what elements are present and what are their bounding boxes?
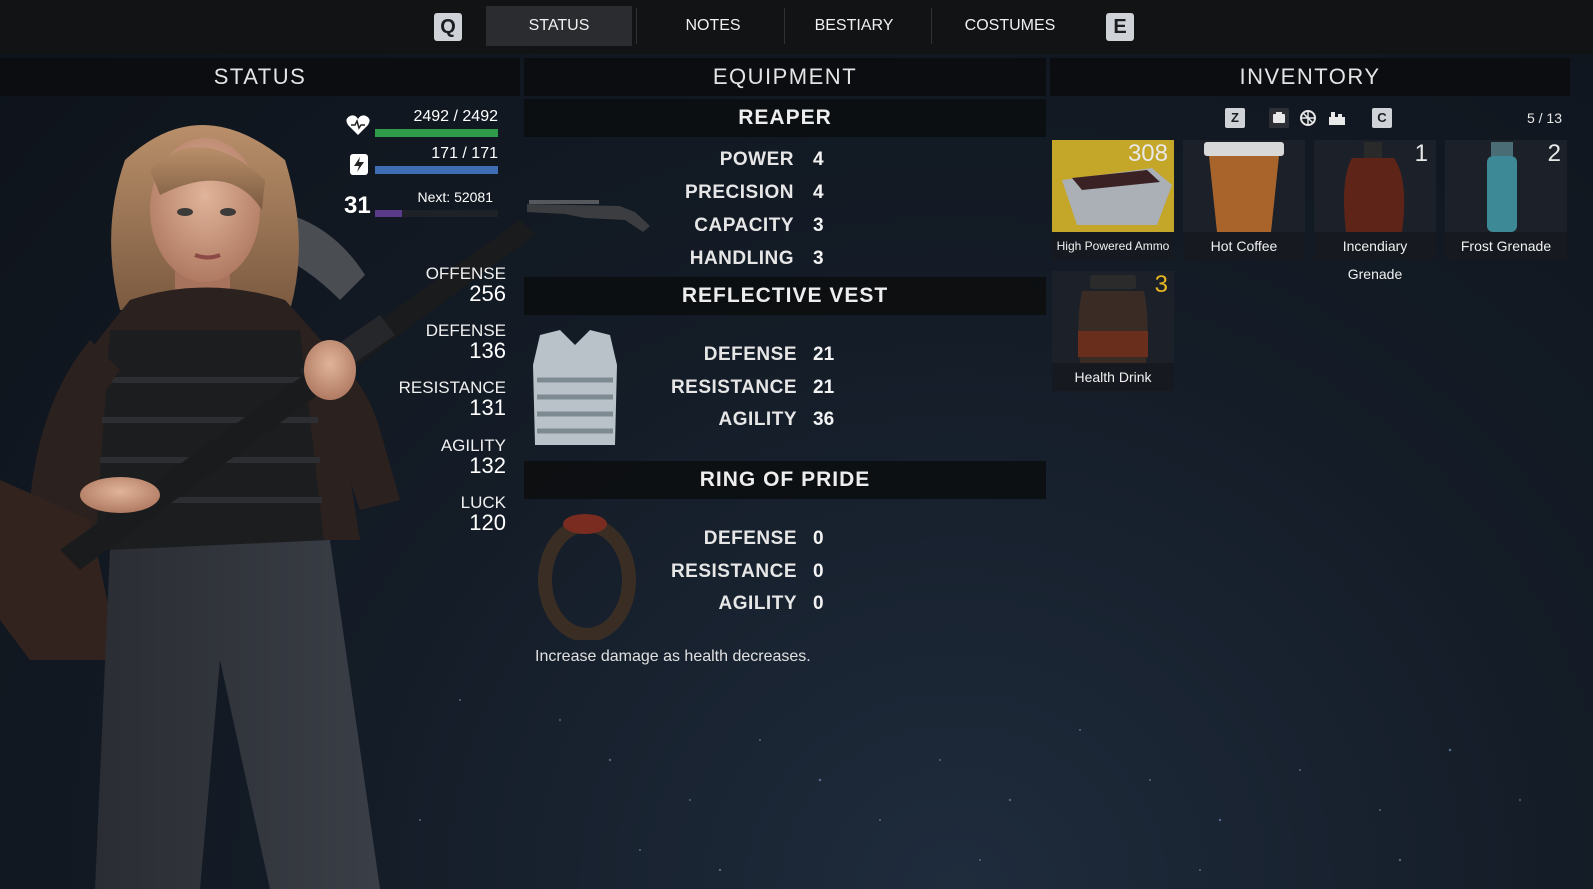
tab-costumes[interactable]: COSTUMES: [932, 6, 1088, 46]
item-name-frost-grenade: Frost Grenade: [1445, 232, 1567, 260]
inventory-slot-high-powered-ammo[interactable]: 308: [1052, 140, 1174, 232]
armor-stat-label-resistance: RESISTANCE: [670, 377, 797, 398]
health-value: 2492 / 2492: [413, 108, 498, 125]
inventory-prev-key-hint[interactable]: Z: [1225, 108, 1245, 128]
item-name-high-powered-ammo: High Powered Ammo: [1052, 232, 1174, 260]
equipment-column-header: EQUIPMENT: [524, 58, 1046, 96]
stamina-bar: [375, 166, 498, 174]
character-portrait: [0, 125, 535, 889]
stat-value-luck: 120: [469, 510, 506, 535]
armor-stat-label-defense: DEFENSE: [703, 344, 797, 365]
tab-divider: [636, 8, 637, 44]
accessory-stat-label-agility: AGILITY: [718, 593, 797, 614]
stamina-value: 171 / 171: [431, 145, 498, 162]
stat-value-defense: 136: [469, 338, 506, 363]
item-name-incendiary-grenade: Incendiary Grenade: [1314, 232, 1436, 282]
item-name-hot-coffee: Hot Coffee: [1183, 232, 1305, 260]
armor-stat-value-defense: 21: [813, 344, 835, 365]
health-icon: [346, 114, 370, 136]
xp-bar-fill: [375, 210, 403, 217]
accessory-description: Increase damage as health decreases.: [535, 648, 811, 665]
inventory-column-header: INVENTORY: [1050, 58, 1570, 96]
item-quantity: 1: [1414, 140, 1428, 167]
armor-stat-label-agility: AGILITY: [718, 409, 797, 430]
weapon-stat-label-handling: HANDLING: [689, 248, 794, 269]
tab-divider: [784, 8, 785, 44]
inventory-next-key-hint[interactable]: C: [1372, 108, 1392, 128]
weapon-stat-label-power: POWER: [719, 149, 794, 170]
tab-bestiary[interactable]: BESTIARY: [786, 6, 922, 46]
next-tab-key-hint[interactable]: E: [1106, 13, 1134, 41]
inventory-slot-health-drink[interactable]: 3: [1052, 271, 1174, 363]
accessory-stat-value-resistance: 0: [813, 561, 824, 582]
armor-stat-value-agility: 36: [813, 409, 835, 430]
inventory-category-key-items-icon[interactable]: [1327, 108, 1347, 128]
stat-value-offense: 256: [469, 281, 506, 306]
armor-name[interactable]: REFLECTIVE VEST: [524, 277, 1046, 315]
coffee-cup-icon: [1204, 142, 1284, 232]
prev-tab-key-hint[interactable]: Q: [434, 13, 462, 41]
accessory-stat-value-defense: 0: [813, 528, 824, 549]
top-navigation-bar: Q STATUS NOTES BESTIARY COSTUMES E: [0, 0, 1593, 54]
xp-bar: [375, 210, 498, 217]
tab-notes[interactable]: NOTES: [640, 6, 786, 46]
accessory-stat-label-resistance: RESISTANCE: [670, 561, 797, 582]
weapon-stat-value-precision: 4: [813, 182, 824, 203]
status-column-header: STATUS: [0, 58, 520, 96]
stat-value-resistance: 131: [469, 395, 506, 420]
inventory-slot-frost-grenade[interactable]: 2: [1445, 140, 1567, 232]
inventory-category-consumables-icon[interactable]: [1269, 108, 1289, 128]
weapon-stat-value-capacity: 3: [813, 215, 824, 236]
next-level-xp: Next: 52081: [417, 189, 494, 205]
weapon-stat-label-precision: PRECISION: [684, 182, 794, 203]
vest-icon: [525, 325, 625, 455]
item-quantity: 308: [1127, 140, 1168, 167]
weapon-stat-label-capacity: CAPACITY: [694, 215, 794, 236]
item-quantity: 3: [1154, 271, 1168, 298]
weapon-stat-value-handling: 3: [813, 248, 824, 269]
stat-value-agility: 132: [469, 453, 506, 478]
health-bar: [375, 129, 498, 137]
weapon-name[interactable]: REAPER: [524, 99, 1046, 137]
inventory-count: 5 / 13: [1526, 110, 1562, 126]
stamina-bar-fill: [375, 166, 498, 174]
tab-status[interactable]: STATUS: [486, 6, 632, 46]
accessory-stat-label-defense: DEFENSE: [703, 528, 797, 549]
inventory-slot-hot-coffee[interactable]: [1183, 140, 1305, 232]
level-value: 31: [344, 192, 371, 219]
item-name-health-drink: Health Drink: [1052, 363, 1174, 391]
stamina-icon: [349, 152, 369, 176]
item-quantity: 2: [1547, 140, 1561, 167]
inventory-category-parts-icon[interactable]: [1298, 108, 1318, 128]
accessory-name[interactable]: RING OF PRIDE: [524, 461, 1046, 499]
health-bar-fill: [375, 129, 498, 137]
armor-stat-value-resistance: 21: [813, 377, 835, 398]
weapon-stat-value-power: 4: [813, 149, 824, 170]
inventory-slot-incendiary-grenade[interactable]: 1: [1314, 140, 1436, 232]
accessory-stat-value-agility: 0: [813, 593, 824, 614]
